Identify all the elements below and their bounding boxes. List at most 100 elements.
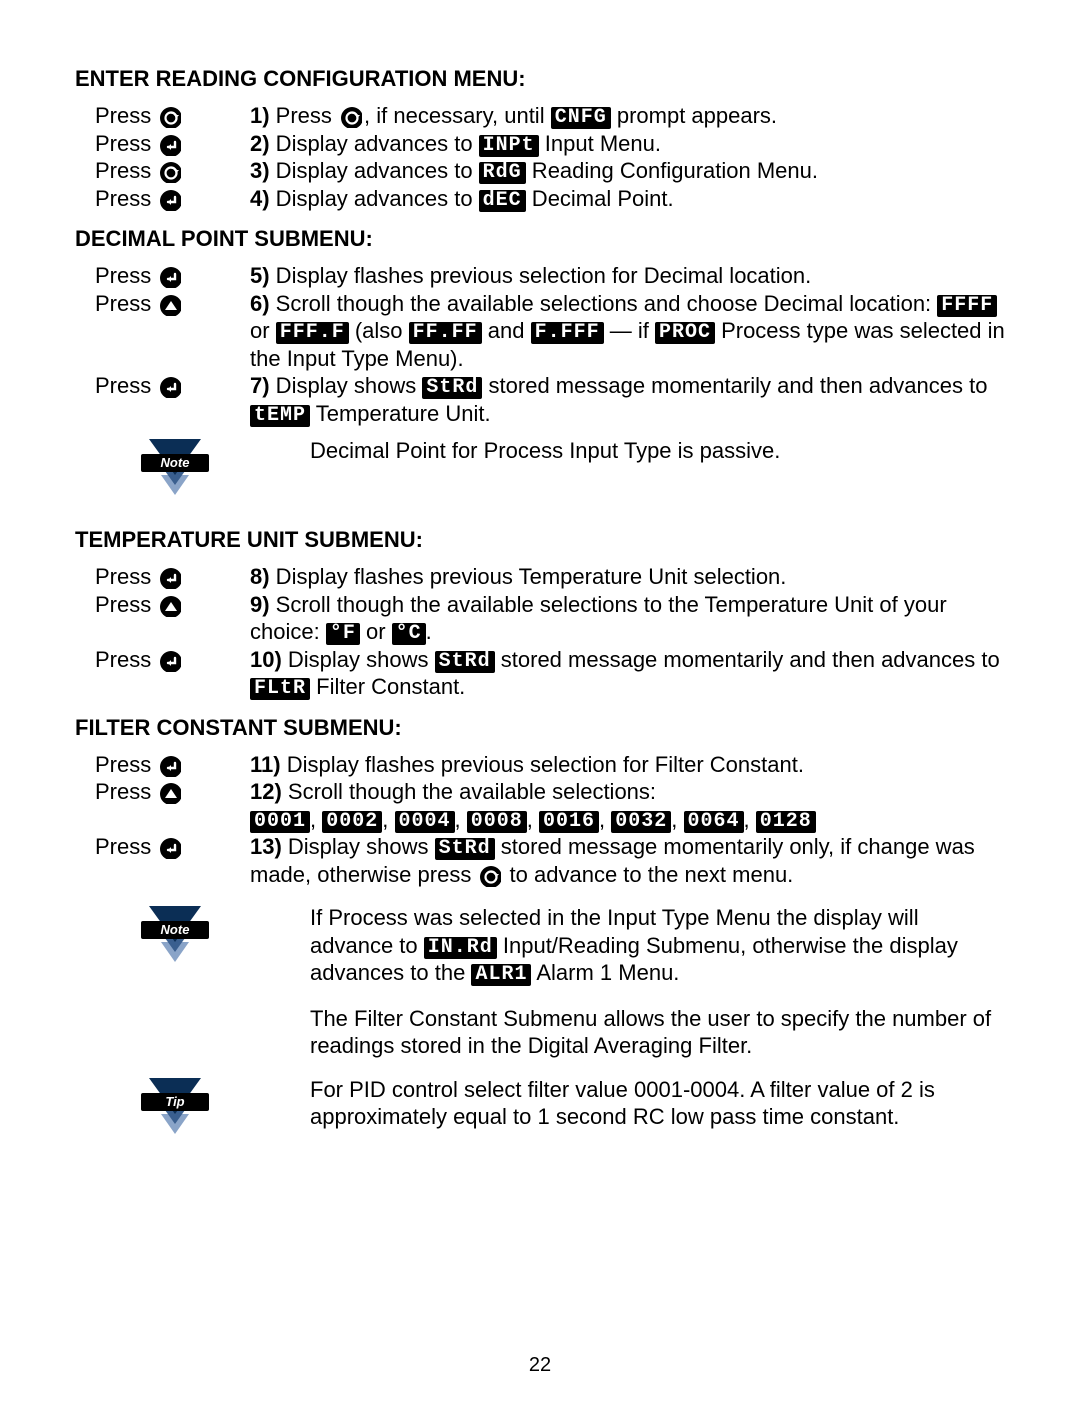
heading-temperature-unit: TEMPERATURE UNIT SUBMENU: [75,527,1005,553]
step-text: Display advances to [270,186,479,211]
seg-dec: dEC [479,190,526,212]
up-icon [159,294,181,316]
step-text: or [360,619,392,644]
enter-icon [159,134,181,156]
step-text: stored message momentarily and then adva… [482,373,987,398]
step-text: Decimal Point. [526,186,674,211]
seg-0064: 0064 [684,811,744,833]
menu-icon [340,106,362,128]
press-label: Press [95,263,151,288]
enter-icon [159,650,181,672]
seg-ff-ff: FF.FF [409,322,482,344]
step-text: Display shows [270,373,423,398]
seg-degc: °C [392,623,426,645]
seg-0016: 0016 [539,811,599,833]
press-label: Press [95,564,151,589]
sep: , [671,807,683,832]
step-number: 10) [250,647,282,672]
step-text: and [482,318,531,343]
step-text: Display shows [282,834,435,859]
sep: , [382,807,394,832]
step-text: Filter Constant. [310,674,465,699]
step-number: 7) [250,373,270,398]
step-text: Press [270,103,338,128]
section-decimal-point: Press 5) Display flashes previous select… [75,262,1005,503]
step-row: Press 8) Display flashes previous Temper… [75,563,1005,591]
press-label: Press [95,592,151,617]
enter-icon [159,189,181,211]
step-row: Press 11) Display flashes previous selec… [75,751,1005,779]
seg-0032: 0032 [611,811,671,833]
sep: , [599,807,611,832]
step-text: Display flashes previous selection for D… [270,263,812,288]
seg-strd: StRd [422,377,482,399]
seg-0002: 0002 [322,811,382,833]
manual-page: ENTER READING CONFIGURATION MENU: Press … [0,0,1080,1412]
seg-strd: StRd [435,651,495,673]
seg-ffff: FFFF [937,295,997,317]
step-text: Reading Configuration Menu. [526,158,818,183]
sep: , [455,807,467,832]
up-icon [159,595,181,617]
step-text: stored message momentarily and then adva… [495,647,1000,672]
step-row: Press 4) Display advances to dEC Decimal… [75,185,1005,213]
seg-0004: 0004 [395,811,455,833]
note-badge-label: Note [161,455,190,470]
note-badge-label: Note [161,922,190,937]
sep: , [744,807,756,832]
step-text: prompt appears. [611,103,777,128]
seg-degf: °F [326,623,360,645]
step-text: , if necessary, until [364,103,551,128]
note-badge-icon: Note [135,477,215,502]
tip-badge-icon: Tip [135,1116,215,1141]
step-row: Press 10) Display shows StRd stored mess… [75,646,1005,701]
section-temperature-unit: Press 8) Display flashes previous Temper… [75,563,1005,701]
step-number: 2) [250,131,270,156]
step-row: Press 1) Press , if necessary, until CNF… [75,102,1005,130]
step-text: Display shows [282,647,435,672]
press-label: Press [95,834,151,859]
sep: , [310,807,322,832]
section-enter-reading-config: Press 1) Press , if necessary, until CNF… [75,102,1005,212]
step-text: Input Menu. [539,131,661,156]
press-label: Press [95,158,151,183]
seg-proc: PROC [655,322,715,344]
step-number: 4) [250,186,270,211]
enter-icon [159,755,181,777]
up-icon [159,782,181,804]
heading-filter-constant: FILTER CONSTANT SUBMENU: [75,715,1005,741]
enter-icon [159,266,181,288]
press-label: Press [95,186,151,211]
step-text: Scroll though the available selections a… [270,291,938,316]
note-block: Note If Process was selected in the Inpu… [75,904,1005,1060]
step-text: Display flashes previous Temperature Uni… [270,564,787,589]
seg-alr1: ALR1 [471,964,531,986]
press-label: Press [95,103,151,128]
step-row: Press 3) Display advances to RdG Reading… [75,157,1005,185]
press-label: Press [95,752,151,777]
seg-0001: 0001 [250,811,310,833]
step-row: Press 9) Scroll though the available sel… [75,591,1005,646]
enter-icon [159,837,181,859]
press-label: Press [95,779,151,804]
enter-icon [159,376,181,398]
note-text: Alarm 1 Menu. [531,960,679,985]
seg-rdg: RdG [479,162,526,184]
step-text: Display flashes previous selection for F… [281,752,804,777]
note-badge-icon: Note [135,944,215,969]
seg-fff-f: FFF.F [276,322,349,344]
step-number: 5) [250,263,270,288]
step-text: or [250,318,276,343]
step-text: Scroll though the available selections: [282,779,656,804]
seg-0008: 0008 [467,811,527,833]
seg-strd: StRd [435,838,495,860]
seg-0128: 0128 [756,811,816,833]
step-number: 3) [250,158,270,183]
step-number: 1) [250,103,270,128]
seg-temp: tEMP [250,405,310,427]
note-block: Note Decimal Point for Process Input Typ… [75,437,1005,503]
step-number: 11) [250,752,281,777]
press-label: Press [95,373,151,398]
seg-cnfg: CNFG [551,107,611,129]
press-label: Press [95,291,151,316]
